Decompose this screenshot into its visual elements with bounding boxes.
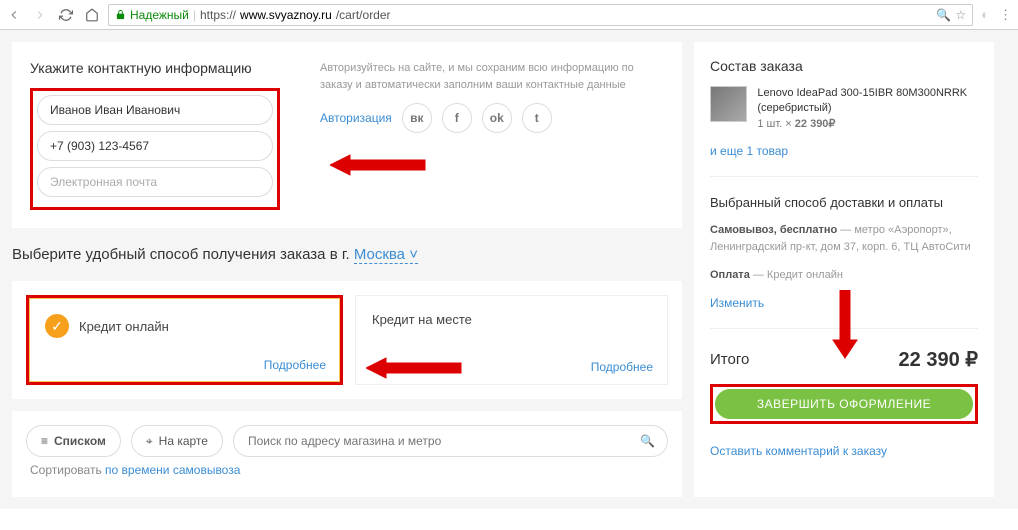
contact-form-highlight xyxy=(30,88,280,210)
back-icon[interactable] xyxy=(6,7,22,23)
menu-icon[interactable]: ⋮ xyxy=(999,7,1012,23)
product-row: Lenovo IdeaPad 300-15IBR 80M300NRRK (сер… xyxy=(710,86,978,132)
check-icon: ✓ xyxy=(45,314,69,338)
address-bar[interactable]: Надежный | https://www.svyaznoy.ru/cart/… xyxy=(108,4,973,26)
reload-icon[interactable] xyxy=(58,7,74,23)
payment-label: Оплата xyxy=(710,269,750,281)
pickup-label: Самовывоз, бесплатно xyxy=(710,224,837,236)
url-host: www.svyaznoy.ru xyxy=(240,8,332,22)
auth-hint: Авторизуйтесь на сайте, и мы сохраним вс… xyxy=(320,60,664,93)
change-link[interactable]: Изменить xyxy=(710,296,764,310)
vk-icon[interactable]: вк xyxy=(402,103,432,133)
browser-toolbar: Надежный | https://www.svyaznoy.ru/cart/… xyxy=(0,0,1018,30)
extension-icon[interactable]: ◐ xyxy=(981,7,989,22)
lock-icon xyxy=(115,9,126,20)
ok-icon[interactable]: ok xyxy=(482,103,512,133)
home-icon[interactable] xyxy=(84,7,100,23)
payment-card: ✓ Кредит онлайн Подробнее Кредит на мест… xyxy=(12,281,682,399)
details-link[interactable]: Подробнее xyxy=(591,360,653,374)
search-in-page-icon[interactable]: 🔍 xyxy=(936,8,951,22)
product-price: 22 390₽ xyxy=(795,118,836,130)
star-icon[interactable]: ☆ xyxy=(955,8,966,22)
forward-icon[interactable] xyxy=(32,7,48,23)
chevron-down-icon: ˅ xyxy=(409,246,418,263)
payment-option-label: Кредит онлайн xyxy=(79,319,169,334)
product-thumbnail xyxy=(710,86,747,122)
payment-value: — Кредит онлайн xyxy=(750,269,843,281)
order-summary: Состав заказа Lenovo IdeaPad 300-15IBR 8… xyxy=(694,42,994,497)
order-title: Состав заказа xyxy=(710,58,978,74)
store-search-card: ≡ Списком ⌖ На карте 🔍 Сортировать по вр… xyxy=(12,411,682,497)
more-items-link[interactable]: и еще 1 товар xyxy=(710,144,978,158)
contact-title: Укажите контактную информацию xyxy=(30,60,290,76)
twitter-icon[interactable]: t xyxy=(522,103,552,133)
view-map-button[interactable]: ⌖ На карте xyxy=(131,425,223,457)
pin-icon: ⌖ xyxy=(146,434,153,449)
product-name: Lenovo IdeaPad 300-15IBR 80M300NRRK (сер… xyxy=(757,86,978,117)
add-comment-link[interactable]: Оставить комментарий к заказу xyxy=(710,444,978,458)
store-search-input[interactable] xyxy=(248,434,653,448)
sort-link[interactable]: по времени самовывоза xyxy=(105,463,240,477)
url-path: /cart/order xyxy=(336,8,391,22)
complete-highlight: ЗАВЕРШИТЬ ОФОРМЛЕНИЕ xyxy=(710,384,978,424)
name-field[interactable] xyxy=(37,95,273,125)
contact-info-card: Укажите контактную информацию Авторизуйт… xyxy=(12,42,682,228)
total-value: 22 390 ₽ xyxy=(899,347,978,372)
complete-order-button[interactable]: ЗАВЕРШИТЬ ОФОРМЛЕНИЕ xyxy=(715,389,973,419)
payment-option-onsite[interactable]: Кредит на месте Подробнее xyxy=(355,295,668,385)
payment-option-label: Кредит на месте xyxy=(372,312,472,327)
details-link[interactable]: Подробнее xyxy=(264,358,326,372)
product-qty: 1 шт. × xyxy=(757,118,794,130)
email-field[interactable] xyxy=(37,167,273,197)
view-list-button[interactable]: ≡ Списком xyxy=(26,425,121,457)
store-search[interactable]: 🔍 xyxy=(233,425,668,457)
facebook-icon[interactable]: f xyxy=(442,103,472,133)
search-icon[interactable]: 🔍 xyxy=(640,434,655,448)
delivery-header: Выберите удобный способ получения заказа… xyxy=(12,240,682,269)
payment-option-online[interactable]: ✓ Кредит онлайн Подробнее xyxy=(26,295,343,385)
secure-label: Надежный xyxy=(130,8,189,22)
url-prefix: https:// xyxy=(200,8,236,22)
total-label: Итого xyxy=(710,351,749,368)
sort-label: Сортировать xyxy=(30,463,105,477)
list-icon: ≡ xyxy=(41,434,48,448)
auth-link[interactable]: Авторизация xyxy=(320,111,392,125)
phone-field[interactable] xyxy=(37,131,273,161)
delivery-title: Выбранный способ доставки и оплаты xyxy=(710,195,978,210)
city-selector[interactable]: Москва ˅ xyxy=(354,246,418,264)
